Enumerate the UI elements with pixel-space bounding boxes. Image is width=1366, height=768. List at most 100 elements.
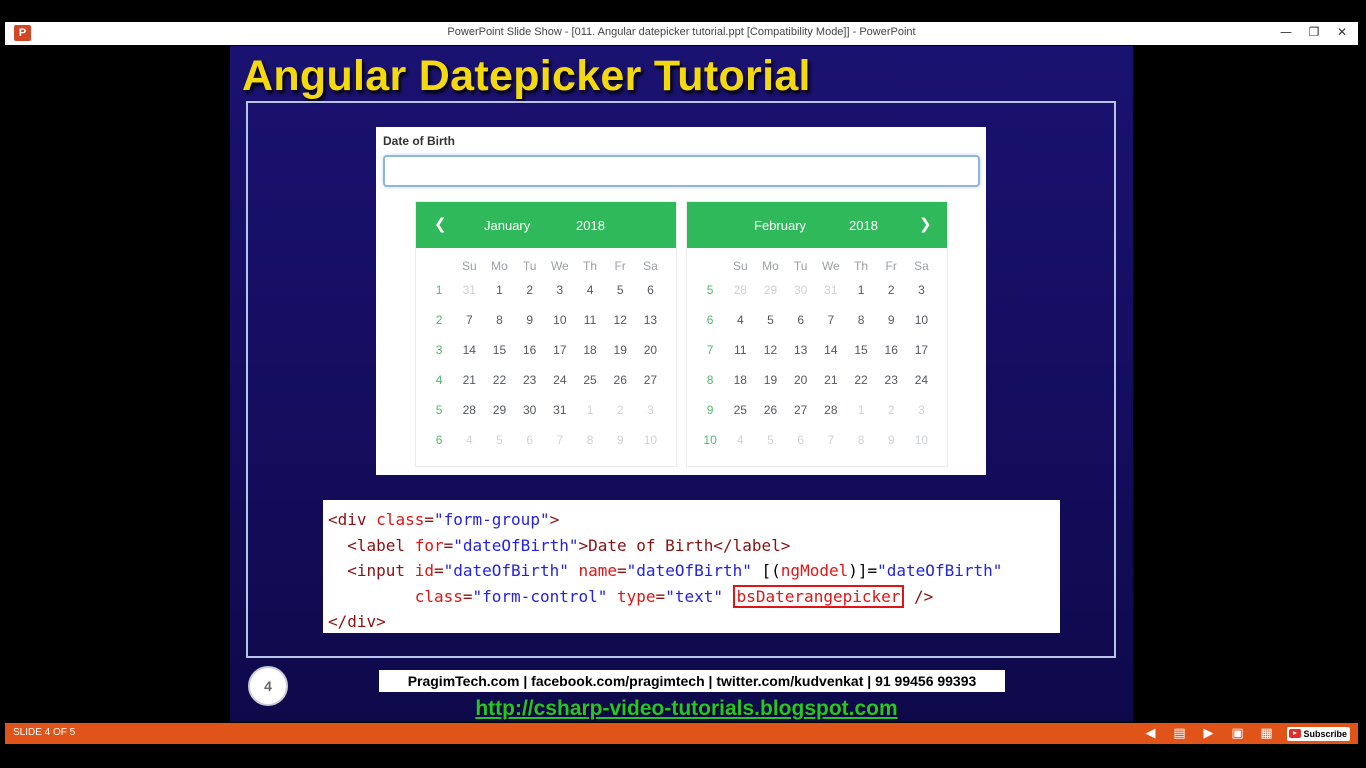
calendar-day[interactable]: 2 [515,278,545,308]
calendar-day-other-month[interactable]: 3 [635,398,665,428]
calendar-day[interactable]: 16 [515,338,545,368]
calendar-year[interactable]: 2018 [849,218,878,233]
calendar-day[interactable]: 22 [484,368,514,398]
calendar-day[interactable]: 18 [575,338,605,368]
calendar-day-other-month[interactable]: 29 [755,278,785,308]
calendar-day-other-month[interactable]: 10 [906,428,936,458]
calendar-day-other-month[interactable]: 8 [846,428,876,458]
calendar-day[interactable]: 23 [876,368,906,398]
next-icon[interactable]: ▶ [1197,724,1219,743]
calendar-day[interactable]: 26 [755,398,785,428]
calendar-day-other-month[interactable]: 3 [906,398,936,428]
slide[interactable]: Angular Datepicker Tutorial Date of Birt… [230,46,1133,722]
calendar-day[interactable]: 24 [906,368,936,398]
previous-month-icon[interactable]: ❮ [434,215,447,233]
close-button[interactable]: ✕ [1328,22,1356,45]
blog-link[interactable]: http://csharp-video-tutorials.blogspot.c… [230,697,1133,721]
calendar-day-other-month[interactable]: 6 [786,428,816,458]
calendar-day[interactable]: 22 [846,368,876,398]
calendar-day[interactable]: 13 [635,308,665,338]
calendar-day[interactable]: 11 [725,338,755,368]
calendar-day[interactable]: 27 [635,368,665,398]
reading-view-icon[interactable]: ▣ [1226,724,1248,743]
calendar-day[interactable]: 4 [725,308,755,338]
calendar-day[interactable]: 8 [846,308,876,338]
calendar-day[interactable]: 2 [876,278,906,308]
calendar-day[interactable]: 28 [816,398,846,428]
calendar-day-other-month[interactable]: 30 [786,278,816,308]
calendar-day[interactable]: 11 [575,308,605,338]
calendar-day[interactable]: 9 [515,308,545,338]
calendar-day[interactable]: 10 [906,308,936,338]
calendar-day-other-month[interactable]: 5 [755,428,785,458]
calendar-day-other-month[interactable]: 4 [725,428,755,458]
calendar-day[interactable]: 5 [755,308,785,338]
calendar-day-other-month[interactable]: 10 [635,428,665,458]
calendar-day[interactable]: 31 [545,398,575,428]
date-of-birth-input[interactable] [383,155,980,187]
calendar-day[interactable]: 7 [816,308,846,338]
subscribe-button[interactable]: Subscribe [1287,726,1350,741]
calendar-day[interactable]: 15 [484,338,514,368]
next-month-icon[interactable]: ❯ [919,215,932,233]
notes-icon[interactable]: ▤ [1168,724,1190,743]
calendar-day[interactable]: 18 [725,368,755,398]
calendar-day-other-month[interactable]: 2 [876,398,906,428]
calendar-day[interactable]: 29 [484,398,514,428]
calendar-month[interactable]: January [484,218,530,233]
calendar-day[interactable]: 3 [906,278,936,308]
calendar-day[interactable]: 9 [876,308,906,338]
calendar-day-other-month[interactable]: 2 [605,398,635,428]
calendar-day[interactable]: 21 [454,368,484,398]
calendar-day[interactable]: 21 [816,368,846,398]
calendar-day[interactable]: 20 [786,368,816,398]
calendar-day[interactable]: 12 [755,338,785,368]
calendar-day-other-month[interactable]: 31 [454,278,484,308]
calendar-month[interactable]: February [754,218,806,233]
calendar-year[interactable]: 2018 [576,218,605,233]
calendar-day[interactable]: 4 [575,278,605,308]
calendar-day[interactable]: 20 [635,338,665,368]
calendar-day[interactable]: 17 [545,338,575,368]
calendar-day[interactable]: 27 [786,398,816,428]
calendar-day-other-month[interactable]: 7 [545,428,575,458]
restore-button[interactable]: ❐ [1300,22,1328,45]
calendar-day-other-month[interactable]: 6 [515,428,545,458]
calendar-day[interactable]: 24 [545,368,575,398]
blog-link-text[interactable]: http://csharp-video-tutorials.blogspot.c… [475,697,897,720]
calendar-day[interactable]: 13 [786,338,816,368]
calendar-day-other-month[interactable]: 7 [816,428,846,458]
calendar-day[interactable]: 23 [515,368,545,398]
slide-sorter-icon[interactable]: ▦ [1255,724,1277,743]
minimize-button[interactable]: — [1272,22,1300,45]
calendar-day[interactable]: 16 [876,338,906,368]
calendar-day[interactable]: 7 [454,308,484,338]
calendar-day-other-month[interactable]: 9 [605,428,635,458]
calendar-day[interactable]: 19 [605,338,635,368]
calendar-day[interactable]: 6 [635,278,665,308]
calendar-day[interactable]: 25 [725,398,755,428]
calendar-day[interactable]: 1 [846,278,876,308]
calendar-day-other-month[interactable]: 31 [816,278,846,308]
calendar-day-other-month[interactable]: 5 [484,428,514,458]
calendar-day[interactable]: 25 [575,368,605,398]
calendar-day[interactable]: 1 [484,278,514,308]
calendar-day[interactable]: 10 [545,308,575,338]
calendar-day[interactable]: 19 [755,368,785,398]
calendar-day[interactable]: 14 [816,338,846,368]
calendar-day[interactable]: 28 [454,398,484,428]
calendar-day[interactable]: 15 [846,338,876,368]
calendar-day-other-month[interactable]: 4 [454,428,484,458]
calendar-day[interactable]: 8 [484,308,514,338]
calendar-day-other-month[interactable]: 9 [876,428,906,458]
calendar-day-other-month[interactable]: 28 [725,278,755,308]
calendar-day-other-month[interactable]: 1 [846,398,876,428]
calendar-day[interactable]: 3 [545,278,575,308]
calendar-day[interactable]: 26 [605,368,635,398]
previous-icon[interactable]: ◀ [1139,724,1161,743]
calendar-day-other-month[interactable]: 1 [575,398,605,428]
calendar-day[interactable]: 12 [605,308,635,338]
calendar-day[interactable]: 14 [454,338,484,368]
calendar-day[interactable]: 17 [906,338,936,368]
calendar-day[interactable]: 30 [515,398,545,428]
